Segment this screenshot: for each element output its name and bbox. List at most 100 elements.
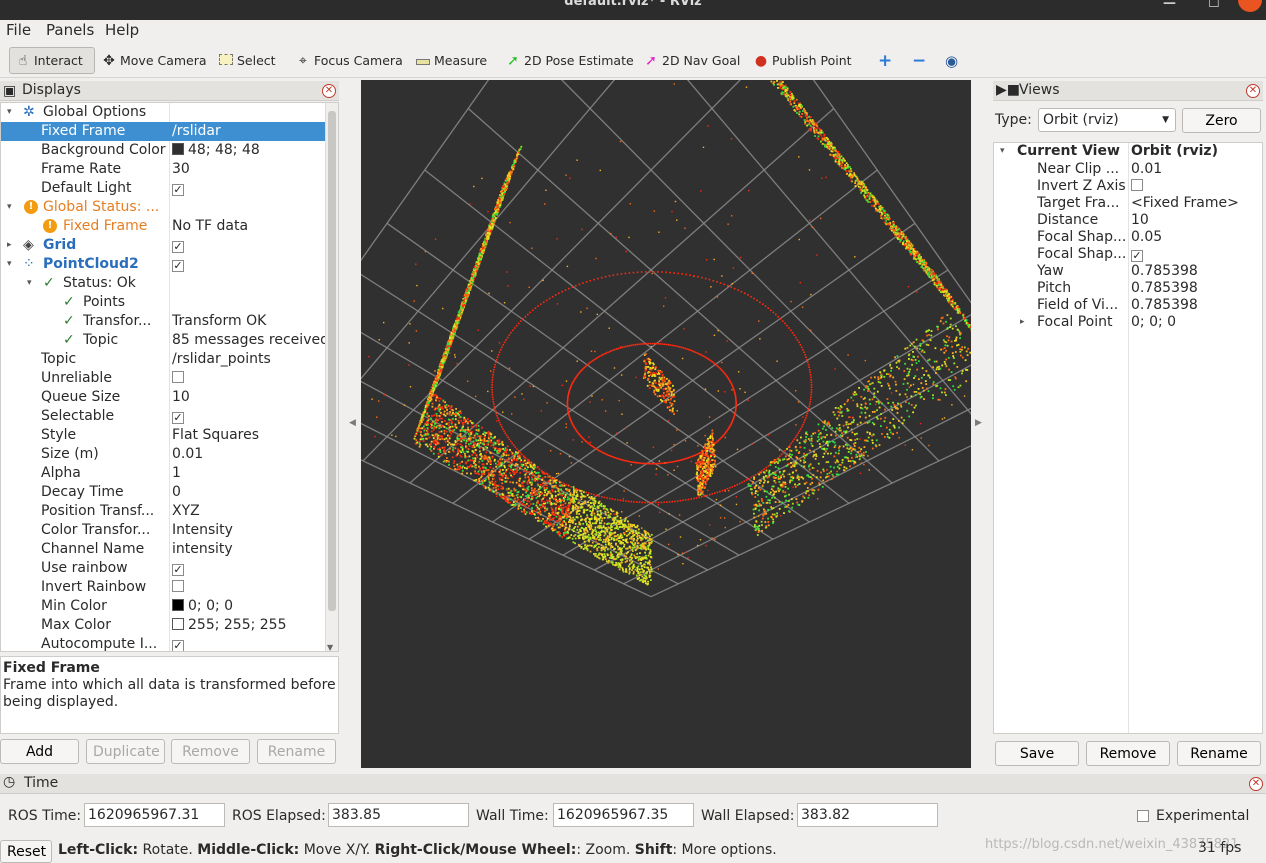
menu-help[interactable]: Help [105, 21, 139, 39]
property-value-cell[interactable]: 0 [172, 483, 327, 502]
render-viewport[interactable] [361, 80, 971, 768]
display-property-row[interactable]: Color Transfor... Intensity [1, 521, 327, 540]
property-value-cell[interactable]: ✓ [172, 407, 327, 426]
property-checkbox[interactable]: ✓ [172, 640, 184, 651]
property-value-cell[interactable]: ✓ [172, 559, 327, 578]
display-property-row[interactable]: ▾ ⁘ PointCloud2 ✓ [1, 255, 327, 274]
remove-tool-icon[interactable]: − [908, 47, 930, 74]
property-value-cell[interactable]: 0.01 [172, 445, 327, 464]
display-property-row[interactable]: ▾ ✲ Global Options [1, 103, 327, 122]
expand-down-icon[interactable]: ▾ [7, 255, 12, 274]
window-close-icon[interactable] [1238, 0, 1262, 12]
tool-focus-camera[interactable]: ⌖ Focus Camera [290, 47, 407, 74]
expand-down-icon[interactable]: ▾ [7, 103, 12, 122]
property-value-cell[interactable] [172, 369, 327, 388]
property-checkbox[interactable]: ✓ [172, 260, 184, 272]
menu-file[interactable]: File [6, 21, 31, 39]
left-splitter-handle[interactable]: ◀ [349, 418, 357, 428]
property-value-cell[interactable] [172, 578, 327, 597]
display-property-row[interactable]: ▾ ✓ Status: Ok [1, 274, 327, 293]
display-property-row[interactable]: Unreliable [1, 369, 327, 388]
display-property-row[interactable]: Position Transf... XYZ [1, 502, 327, 521]
display-property-row[interactable]: Min Color 0; 0; 0 [1, 597, 327, 616]
property-value-cell[interactable]: 30 [172, 160, 327, 179]
property-value-cell[interactable]: 1 [172, 464, 327, 483]
display-property-row[interactable]: Decay Time 0 [1, 483, 327, 502]
tool-2d-nav-goal[interactable]: ➚ 2D Nav Goal [638, 47, 744, 74]
display-property-row[interactable]: Use rainbow ✓ [1, 559, 327, 578]
display-property-row[interactable]: Channel Name intensity [1, 540, 327, 559]
remove-display-button[interactable]: Remove [171, 739, 250, 764]
tool-move-camera[interactable]: ✥ Move Camera [96, 47, 211, 74]
expand-right-icon[interactable]: ▸ [7, 236, 12, 255]
scrollbar-thumb[interactable] [328, 111, 336, 611]
display-property-row[interactable]: Autocompute I... ✓ [1, 635, 327, 651]
display-property-row[interactable]: Default Light ✓ [1, 179, 327, 198]
display-property-row[interactable]: ✓ Points [1, 293, 327, 312]
property-value-cell[interactable]: /rslidar_points [172, 350, 327, 369]
display-property-row[interactable]: Selectable ✓ [1, 407, 327, 426]
rename-display-button[interactable]: Rename [257, 739, 336, 764]
expand-down-icon[interactable]: ▾ [27, 274, 32, 293]
property-checkbox[interactable] [172, 371, 184, 383]
minimize-icon[interactable]: — [1163, 0, 1176, 11]
tool-interact[interactable]: ☝ Interact [9, 47, 95, 74]
eye-icon[interactable]: ◉ [941, 47, 962, 74]
close-icon[interactable]: ✕ [322, 84, 336, 98]
tool-2d-pose-estimate[interactable]: ➚ 2D Pose Estimate [500, 47, 638, 74]
property-value-cell[interactable]: intensity [172, 540, 327, 559]
property-value-cell[interactable]: 255; 255; 255 [172, 616, 327, 635]
expand-down-icon[interactable]: ▾ [7, 198, 12, 217]
scroll-down-icon[interactable]: ▼ [327, 643, 333, 651]
property-value-cell[interactable]: 0; 0; 0 [172, 597, 327, 616]
property-value-cell[interactable]: Transform OK [172, 312, 327, 331]
property-value-cell[interactable]: Intensity [172, 521, 327, 540]
color-swatch[interactable] [172, 599, 184, 611]
property-checkbox[interactable]: ✓ [172, 241, 184, 253]
property-value-cell[interactable]: ✓ [172, 635, 327, 651]
display-property-row[interactable]: ✓ Topic 85 messages received [1, 331, 327, 350]
display-property-row[interactable]: Max Color 255; 255; 255 [1, 616, 327, 635]
display-property-row[interactable]: Topic/rslidar_points [1, 350, 327, 369]
cloud-point [704, 277, 707, 280]
property-value-cell[interactable]: ✓ [172, 236, 327, 255]
display-property-row[interactable]: ▾! Global Status: ... [1, 198, 327, 217]
color-swatch[interactable] [172, 618, 184, 630]
display-property-row[interactable]: Style Flat Squares [1, 426, 327, 445]
property-value-cell[interactable]: 10 [172, 388, 327, 407]
property-value-cell[interactable]: /rslidar [172, 122, 327, 141]
property-checkbox[interactable]: ✓ [172, 184, 184, 196]
add-button[interactable]: Add [0, 739, 79, 764]
point-cloud-render[interactable] [361, 80, 971, 768]
cloud-point [724, 489, 726, 491]
property-value-cell[interactable]: ✓ [172, 255, 327, 274]
display-property-row[interactable]: Background Color 48; 48; 48 [1, 141, 327, 160]
display-property-row[interactable]: ▸ ◈ Grid ✓ [1, 236, 327, 255]
tool-measure[interactable]: Measure [410, 47, 491, 74]
property-checkbox[interactable]: ✓ [172, 564, 184, 576]
tool-publish-point[interactable]: ● Publish Point [748, 47, 856, 74]
display-property-row[interactable]: Invert Rainbow [1, 578, 327, 597]
color-swatch[interactable] [172, 143, 184, 155]
property-checkbox[interactable]: ✓ [172, 412, 184, 424]
property-checkbox[interactable] [172, 580, 184, 592]
property-value-cell[interactable]: ✓ [172, 179, 327, 198]
display-property-row[interactable]: Size (m) 0.01 [1, 445, 327, 464]
tool-select[interactable]: Select [213, 47, 280, 74]
add-tool-icon[interactable]: + [874, 47, 896, 74]
menu-panels[interactable]: Panels [46, 21, 94, 39]
property-value-cell[interactable]: 85 messages received [172, 331, 327, 350]
property-value-cell[interactable]: No TF data [172, 217, 327, 236]
property-value-cell[interactable]: XYZ [172, 502, 327, 521]
display-property-row[interactable]: Alpha 1 [1, 464, 327, 483]
display-property-row[interactable]: ! Fixed Frame No TF data [1, 217, 327, 236]
property-value-cell[interactable]: 48; 48; 48 [172, 141, 327, 160]
display-property-row[interactable]: Frame Rate 30 [1, 160, 327, 179]
display-property-row[interactable]: ✓ Transfor... Transform OK [1, 312, 327, 331]
displays-scrollbar[interactable]: ▼ [325, 103, 338, 651]
display-property-row[interactable]: Fixed Frame/rslidar [1, 122, 325, 141]
property-value-cell[interactable]: Flat Squares [172, 426, 327, 445]
display-property-row[interactable]: Queue Size 10 [1, 388, 327, 407]
duplicate-button[interactable]: Duplicate [86, 739, 165, 764]
maximize-icon[interactable]: ☐ [1208, 0, 1220, 11]
